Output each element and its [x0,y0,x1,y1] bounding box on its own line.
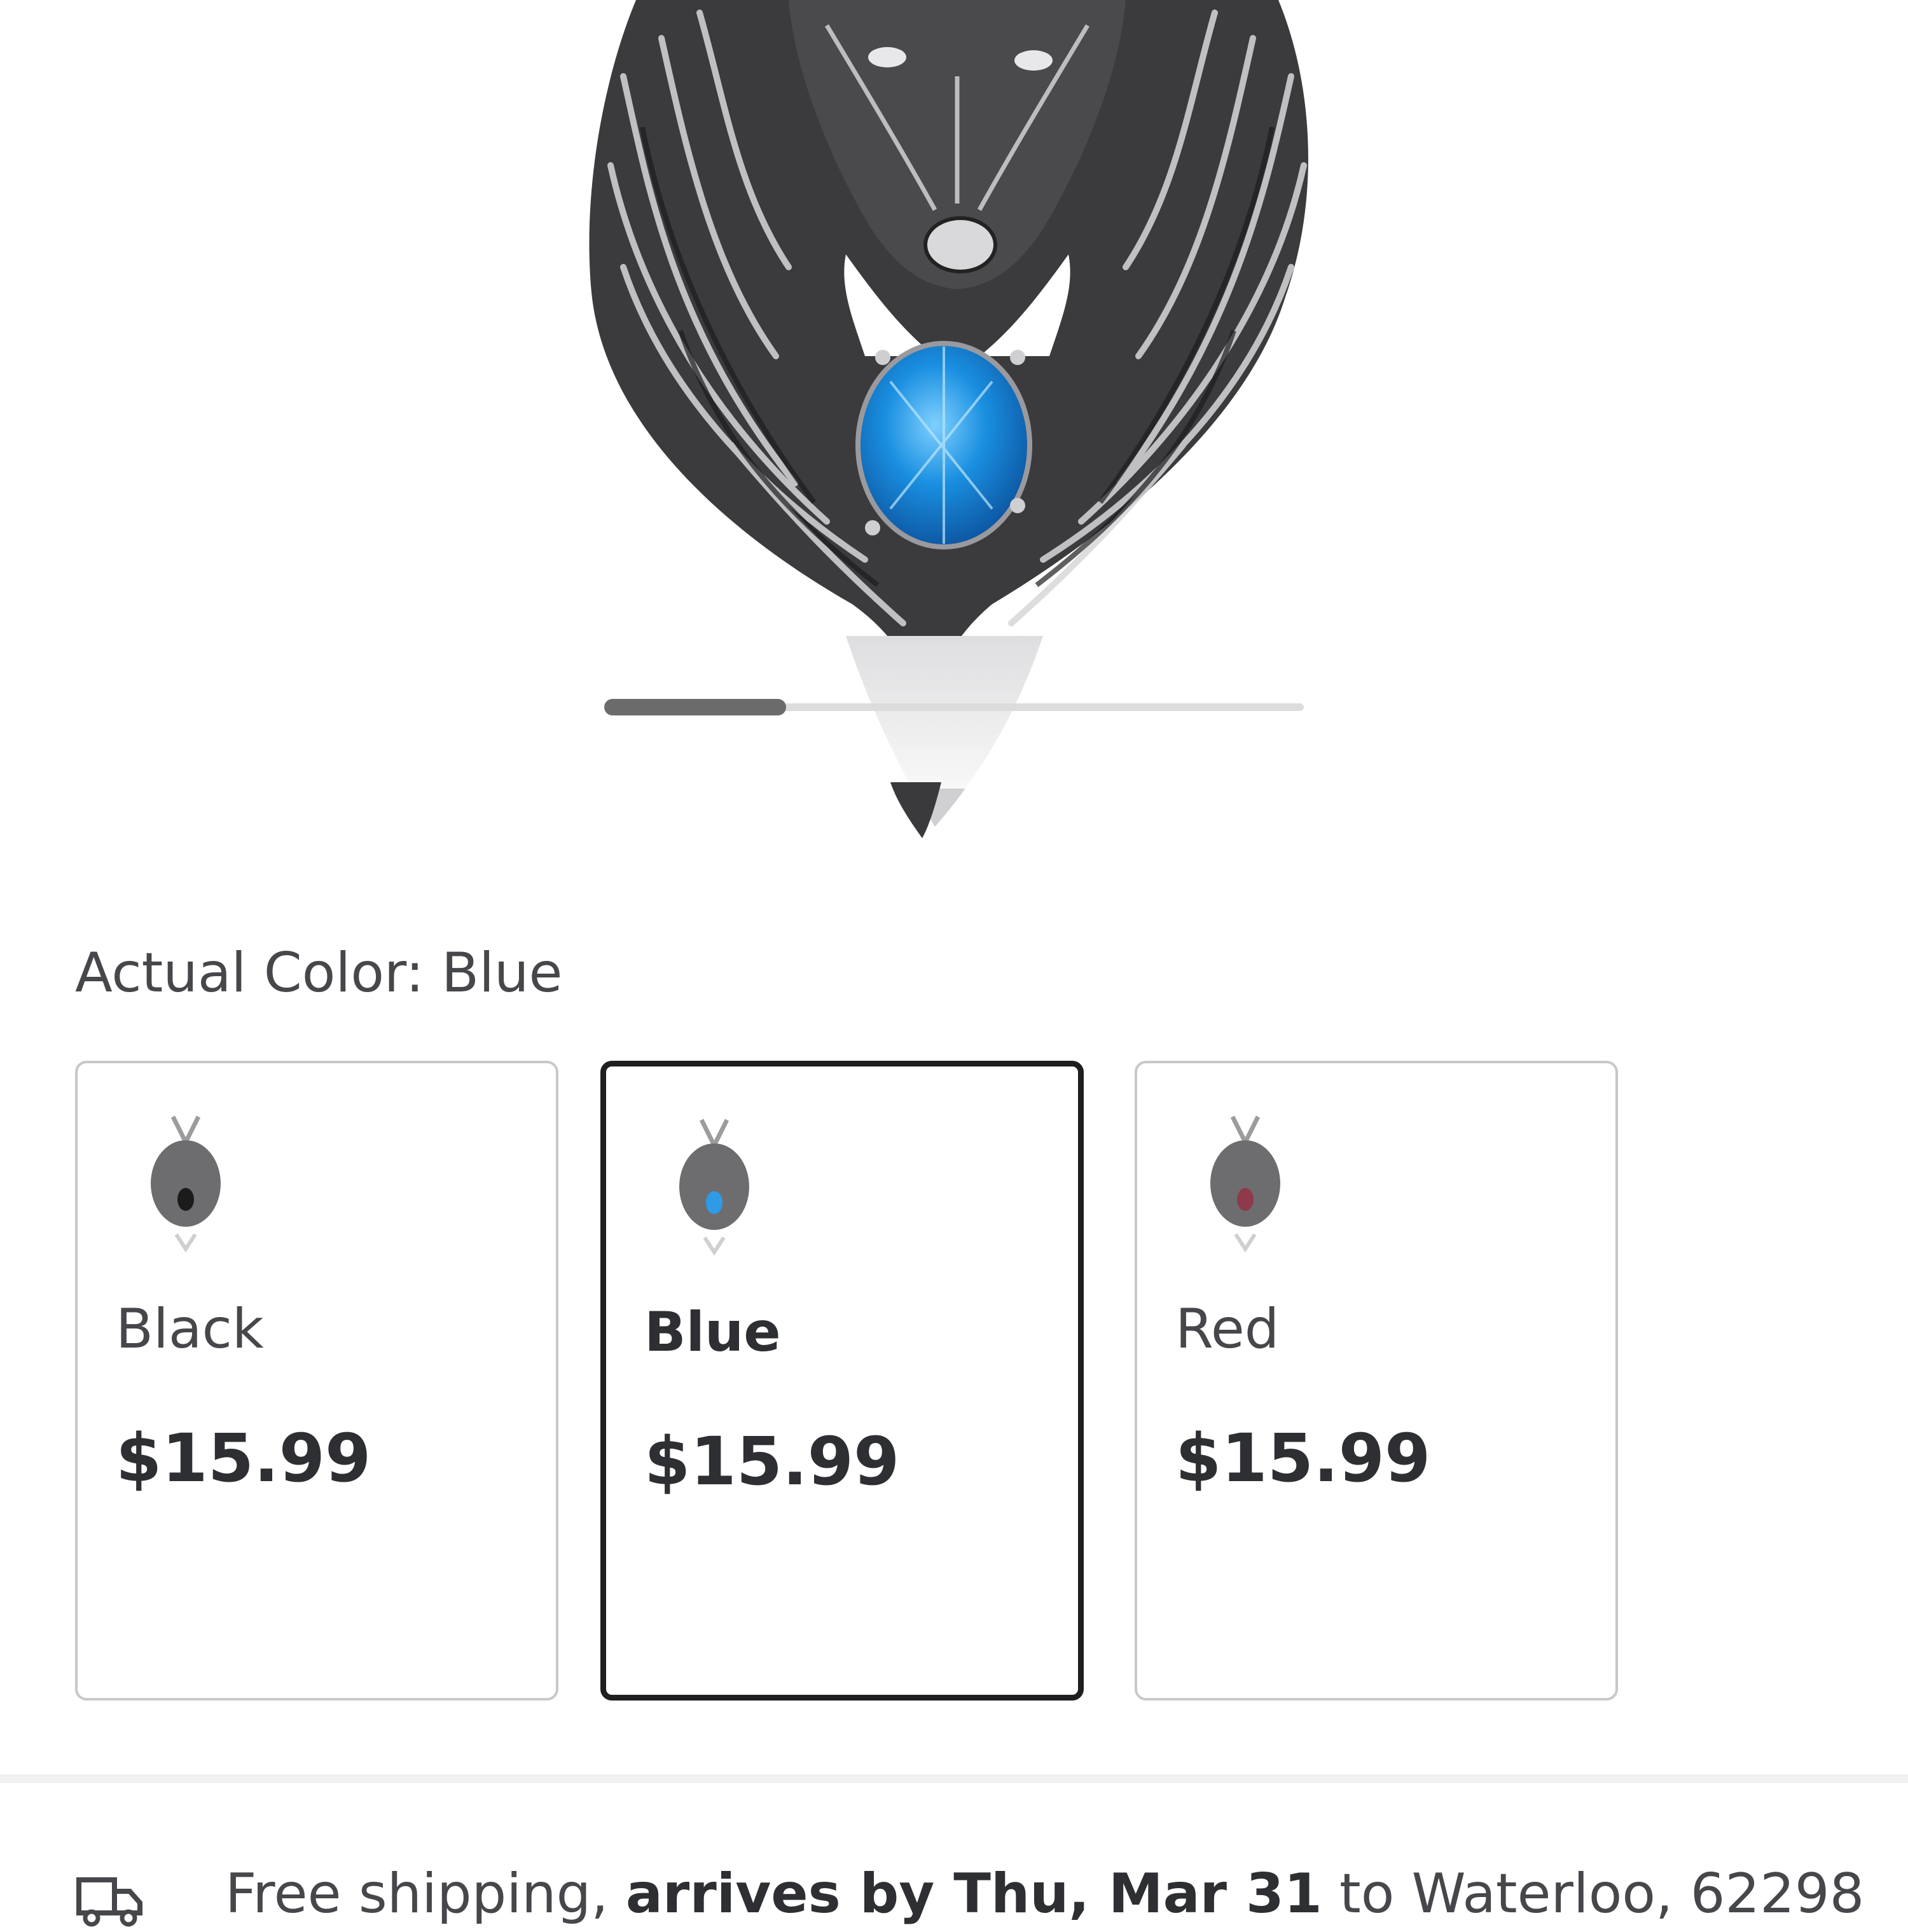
actual-color-label: Actual Color: Blue [75,941,563,1005]
color-option-price: $15.99 [1175,1419,1431,1497]
color-option-name: Black [116,1297,264,1361]
shipping-destination: to Waterloo, 62298 [1322,1862,1865,1926]
shipping-lead: Free shipping, [225,1862,626,1926]
color-option-blue[interactable]: Blue $15.99 [600,1061,1084,1701]
color-option-name: Red [1175,1297,1280,1361]
color-option-red[interactable]: Red $15.99 [1135,1061,1618,1701]
product-image-carousel[interactable] [0,0,1908,878]
shipping-info: Free shipping, arrives by Thu, Mar 31 to… [75,1856,1907,1932]
color-option-name: Blue [644,1301,781,1364]
blue-pendant-thumbnail [679,1119,749,1256]
shipping-text: Free shipping, arrives by Thu, Mar 31 to… [225,1856,1864,1932]
shipping-arrival-date: arrives by Thu, Mar 31 [625,1862,1322,1926]
wolf-pendant-image [589,0,1309,838]
red-pendant-thumbnail [1210,1115,1280,1253]
truck-icon [76,1877,142,1927]
carousel-progress-track[interactable] [604,699,1304,715]
color-option-black[interactable]: Black $15.99 [75,1061,558,1701]
section-divider [0,1774,1908,1783]
black-pendant-thumbnail [151,1115,221,1253]
color-option-price: $15.99 [644,1423,900,1500]
carousel-progress-thumb[interactable] [604,699,786,715]
color-option-price: $15.99 [116,1419,371,1497]
